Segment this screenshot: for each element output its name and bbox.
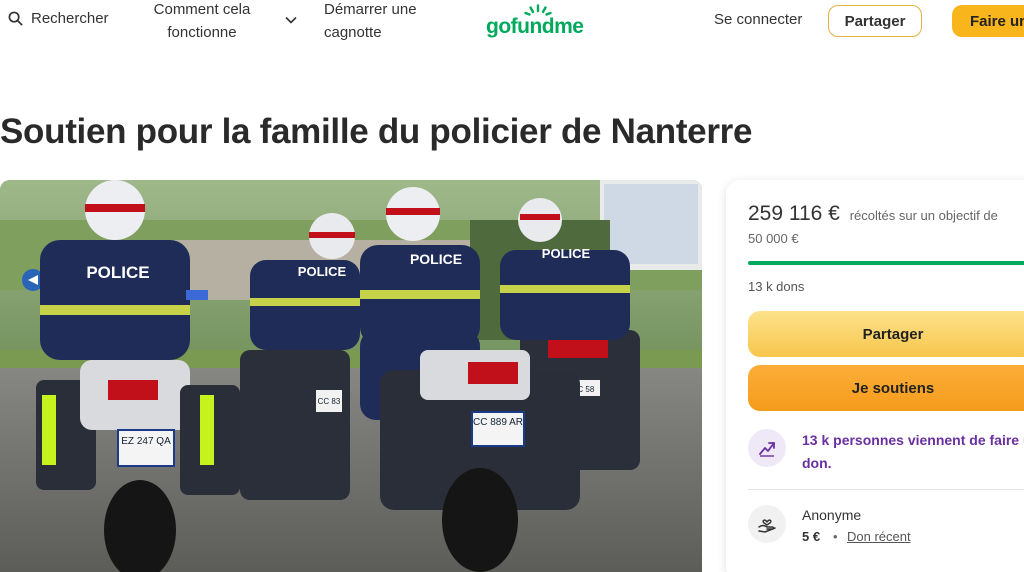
- progress-bar: [748, 261, 1024, 265]
- search-label: Rechercher: [31, 10, 109, 27]
- trend-message: 13 k personnes viennent de faire un don.: [802, 432, 1024, 471]
- campaign-title: Soutien pour la famille du policier de N…: [0, 112, 753, 151]
- donor-separator: •: [833, 529, 838, 544]
- police-label-1: POLICE: [86, 263, 149, 282]
- plate-2-text: CC 83: [318, 397, 341, 406]
- plate-1-text: EZ 247 QA: [121, 436, 171, 447]
- share-button[interactable]: Partager: [748, 311, 1024, 357]
- police-label-3: POLICE: [410, 251, 462, 267]
- donor-amount: 5 €: [802, 529, 821, 544]
- goal-amount: 50 000 €: [748, 231, 799, 246]
- chevron-down-icon[interactable]: [284, 13, 298, 27]
- donation-card: 259 116 € récoltés sur un objectif de 50…: [726, 180, 1024, 572]
- plate-3-text: CC 889 AR: [473, 417, 523, 428]
- support-button[interactable]: Je soutiens: [748, 365, 1024, 411]
- login-link[interactable]: Se connecter: [714, 11, 802, 28]
- search-icon: [8, 11, 23, 26]
- header-donate-button[interactable]: Faire un don: [952, 5, 1024, 37]
- raised-suffix: récoltés sur un objectif de: [849, 208, 998, 223]
- top-navigation: Rechercher Comment cela fonctionne Démar…: [0, 0, 1024, 56]
- header-share-button[interactable]: Partager: [828, 5, 922, 37]
- amount-raised: 259 116 €: [748, 202, 840, 225]
- donor-hands-icon: [748, 505, 786, 543]
- police-label-2: POLICE: [298, 264, 347, 279]
- trend-up-icon: [748, 429, 786, 467]
- how-it-works-menu[interactable]: Comment cela fonctionne: [150, 0, 254, 44]
- recent-donation-link[interactable]: Don récent: [847, 529, 911, 544]
- divider: [748, 489, 1024, 490]
- donations-count: 13 k dons: [748, 279, 805, 294]
- donor-name: Anonyme: [802, 507, 862, 523]
- logo-text: gofundme: [486, 15, 584, 38]
- search-link[interactable]: Rechercher: [8, 10, 109, 27]
- gofundme-logo[interactable]: gofundme: [486, 4, 590, 40]
- police-motorcycles-photo: CC 58 POLICE CC 83 POLICE POLICE CC 889 …: [0, 180, 702, 572]
- progress-bar-fill: [748, 261, 1024, 265]
- start-fundraiser-link[interactable]: Démarrer une cagnotte: [324, 0, 420, 44]
- police-label-4: POLICE: [542, 246, 591, 261]
- campaign-hero-image[interactable]: CC 58 POLICE CC 83 POLICE POLICE CC 889 …: [0, 180, 702, 572]
- amount-raised-line: 259 116 € récoltés sur un objectif de: [748, 202, 998, 226]
